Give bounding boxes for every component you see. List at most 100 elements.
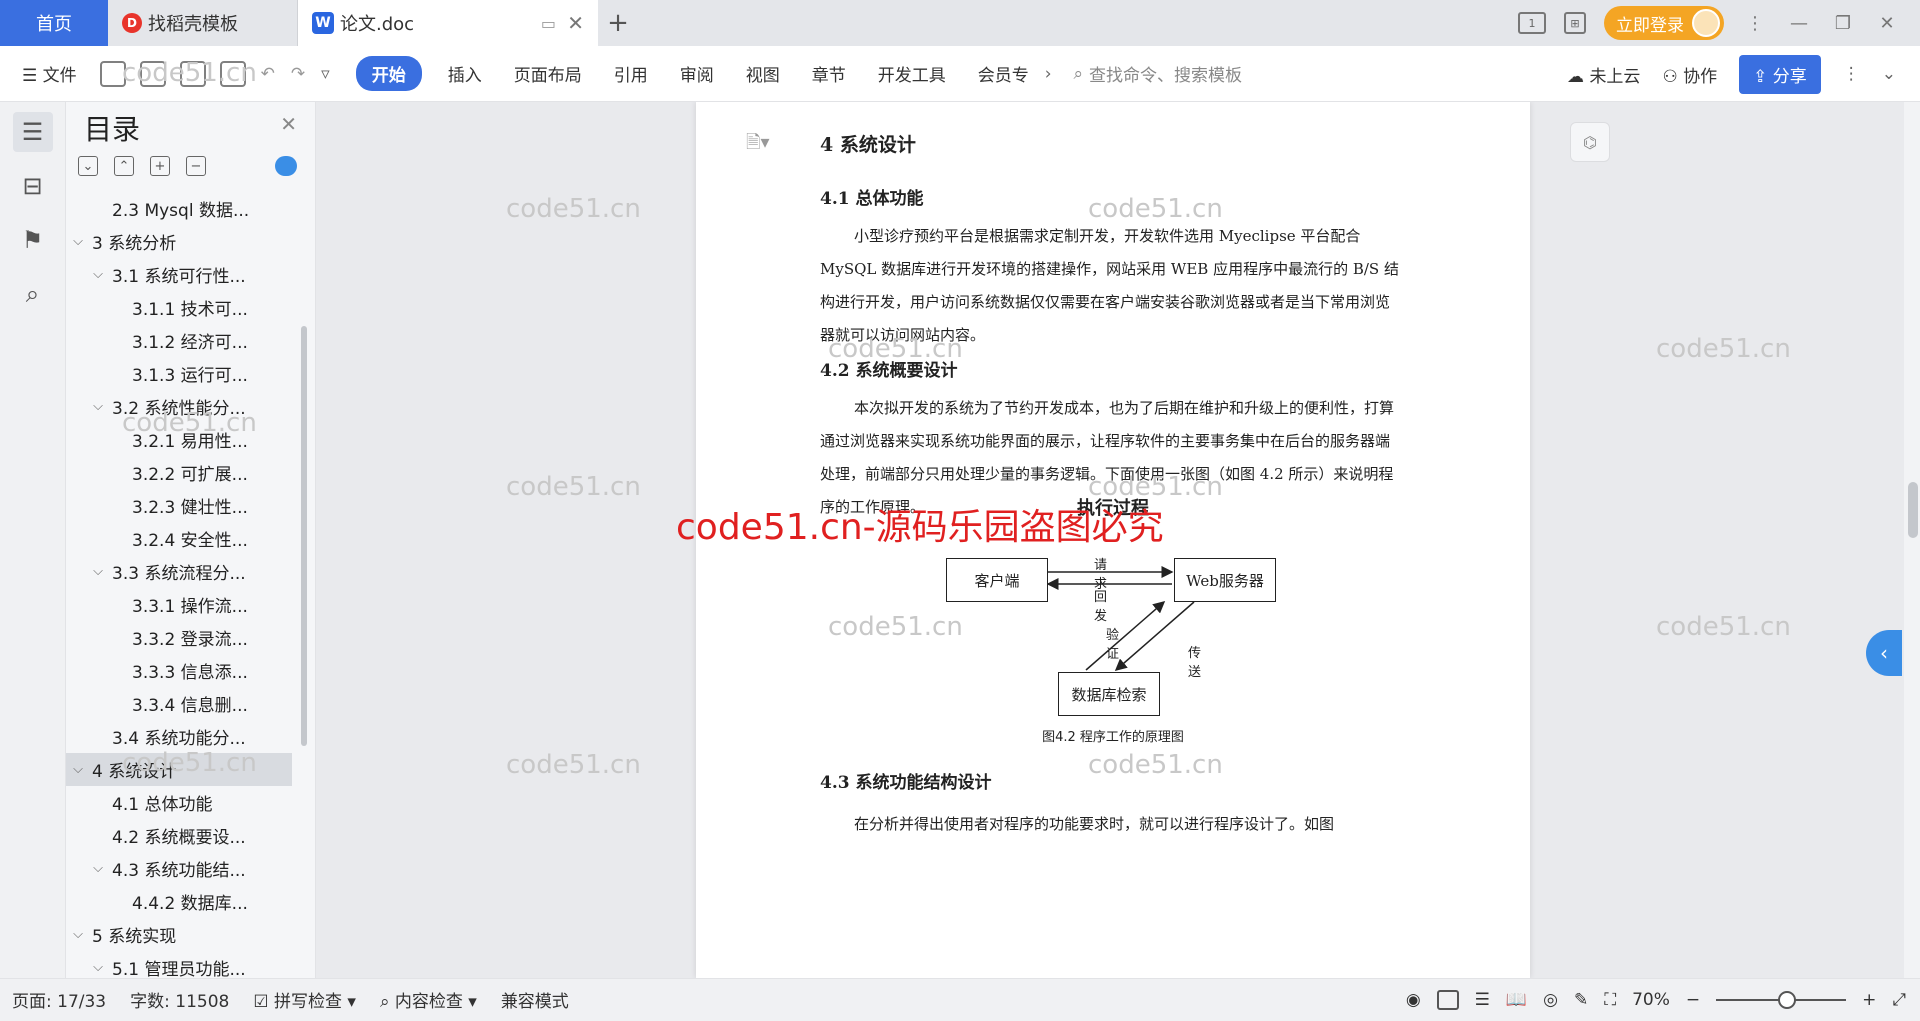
outline-icon[interactable]: ⊟ [13,166,53,206]
tab-insert[interactable]: 插入 [432,61,498,86]
eye-protect-icon[interactable]: ◉ [1406,990,1421,1010]
tab-view[interactable]: 视图 [730,61,796,86]
collab-button[interactable]: ⚇ 协作 [1662,62,1717,87]
toc-item[interactable]: 4.1 总体功能 [66,786,292,819]
chevron-down-icon[interactable]: ⌵ [90,399,106,414]
content-check-button[interactable]: ⌕ 内容检查 ▾ [368,987,489,1012]
toc-item[interactable]: 3.3.2 登录流... [66,621,292,654]
collapse-ribbon-icon[interactable]: ⌄ [1882,64,1896,84]
document-canvas: 🗎▾ 4 系统设计 4.1 总体功能 小型诊疗预约平台是根据需求定制开发，开发软… [316,102,1904,978]
new-tab-button[interactable]: + [598,0,638,46]
cloud-status[interactable]: ☁ 未上云 [1567,62,1640,87]
share-button[interactable]: ⇪ 分享 [1739,54,1821,94]
toc-item[interactable]: 2.3 Mysql 数据... [66,192,292,225]
zoom-level[interactable]: 70% [1632,990,1670,1010]
read-view-icon[interactable]: 📖 [1506,990,1527,1010]
tab-references[interactable]: 引用 [598,61,664,86]
login-button[interactable]: 立即登录 [1604,6,1724,40]
toc-item[interactable]: 4.4.2 数据库... [66,885,292,918]
remove-heading-icon[interactable]: − [186,156,206,176]
chevron-down-icon[interactable]: ⌵ [70,234,86,249]
fit-page-icon[interactable]: ⛶ [1604,990,1616,1010]
collab-label: 协作 [1683,66,1718,87]
toc-item[interactable]: 3.1.2 经济可... [66,324,292,357]
toc-item-label: 3.1.3 运行可... [132,366,248,386]
toc-item[interactable]: 3.3.3 信息添... [66,654,292,687]
restore-icon[interactable]: ❐ [1830,13,1856,34]
add-heading-icon[interactable]: + [150,156,170,176]
page-indicator[interactable]: 页面: 17/33 [0,987,118,1012]
chevron-down-icon[interactable]: ⌵ [70,927,86,942]
toc-item[interactable]: 3.2.3 健壮性... [66,489,292,522]
toc-item[interactable]: ⌵ 3.3 系统流程分... [66,555,292,588]
chevron-down-icon[interactable]: ⌵ [90,267,106,282]
ribbon-more-icon[interactable]: › [1045,64,1052,84]
toc-panel-icon[interactable]: ☰ [12,112,53,152]
undo-icon[interactable]: ↶ [253,64,283,84]
toc-toolbar: ⌄ ⌃ + − [78,156,206,176]
tab-start[interactable]: 开始 [355,56,422,91]
close-tab-icon[interactable]: ✕ [567,11,584,35]
apps-grid-icon[interactable]: ⊞ [1564,12,1586,34]
write-view-icon[interactable]: ✎ [1574,990,1588,1010]
toc-item[interactable]: 3.2.4 安全性... [66,522,292,555]
document-scrollbar[interactable] [1904,102,1920,978]
filter-icon[interactable]: ⌬ [1570,122,1610,162]
tab-review[interactable]: 审阅 [664,61,730,86]
zoom-in-icon[interactable]: + [1862,990,1876,1010]
command-search[interactable]: ⌕ 查找命令、搜索模板 [1074,61,1243,87]
toc-item[interactable]: ⌵ 3.1 系统可行性... [66,258,292,291]
scroll-thumb[interactable] [1908,482,1918,538]
more-options-icon[interactable]: ⋮ [1843,64,1860,84]
tab-page-layout[interactable]: 页面布局 [498,61,598,86]
redo-icon[interactable]: ↷ [283,64,313,84]
ai-assistant-icon[interactable] [275,156,297,176]
quick-access-dropdown-icon[interactable]: ▿ [313,64,338,84]
toc-item[interactable]: 3.1.1 技术可... [66,291,292,324]
zoom-slider[interactable] [1716,991,1847,1009]
toc-item[interactable]: ⌵ 5 系统实现 [66,918,292,951]
toc-item[interactable]: 3.3.4 信息删... [66,687,292,720]
tab-document[interactable]: W 论文.doc ▭ ✕ [298,0,598,46]
expand-all-icon[interactable]: ⌄ [78,156,98,176]
minimize-icon[interactable]: — [1786,13,1812,34]
bookmark-icon[interactable]: ⚑ [13,220,53,260]
menu-file[interactable]: ☰ 文件 [0,61,93,86]
toc-item[interactable]: 3.3.1 操作流... [66,588,292,621]
outline-view-icon[interactable]: ☰ [1475,990,1490,1010]
toc-item[interactable]: 3.1.3 运行可... [66,357,292,390]
status-right: ◉ ☰ 📖 ◎ ✎ ⛶ 70% − + ⤢ [1406,979,1920,1021]
monitor-icon[interactable]: ▭ [541,14,556,33]
collapse-all-icon[interactable]: ⌃ [114,156,134,176]
db-box: 数据库检索 [1058,672,1160,716]
layout-switch-icon[interactable]: 1 [1518,12,1546,34]
web-view-icon[interactable]: ◎ [1543,990,1558,1010]
find-icon[interactable]: ⌕ [13,274,53,314]
tab-home[interactable]: 首页 [0,0,108,46]
page-view-icon[interactable] [1436,990,1459,1010]
close-toc-icon[interactable]: ✕ [280,112,297,136]
toc-item[interactable]: 3.2.2 可扩展... [66,456,292,489]
zoom-slider-knob[interactable] [1778,991,1797,1009]
more-icon[interactable]: ⋮ [1742,13,1768,34]
zoom-out-icon[interactable]: − [1686,990,1700,1010]
toc-scrollbar[interactable] [301,326,307,746]
fullscreen-icon[interactable]: ⤢ [1892,990,1906,1010]
chevron-down-icon[interactable]: ⌵ [90,960,106,975]
toc-item[interactable]: ⌵ 4.3 系统功能结... [66,852,292,885]
page-menu-icon[interactable]: 🗎▾ [746,130,770,160]
toc-item[interactable]: 4.2 系统概要设... [66,819,292,852]
close-window-icon[interactable]: ✕ [1874,13,1900,34]
tab-member[interactable]: 会员专 [962,61,1045,86]
chevron-down-icon[interactable]: ⌵ [90,564,106,579]
tab-developer[interactable]: 开发工具 [862,61,962,86]
chevron-down-icon[interactable]: ⌵ [90,861,106,876]
chevron-down-icon[interactable]: ⌵ [70,762,86,777]
toc-item-label: 4.4.2 数据库... [132,894,248,914]
word-count[interactable]: 字数: 11508 [118,987,241,1012]
compat-mode: 兼容模式 [500,992,569,1012]
tab-template[interactable]: D 找稻壳模板 [108,0,298,46]
toc-item[interactable]: ⌵ 3 系统分析 [66,225,292,258]
tab-chapter[interactable]: 章节 [796,61,862,86]
spell-check-button[interactable]: ☑ 拼写检查 ▾ [241,987,368,1012]
